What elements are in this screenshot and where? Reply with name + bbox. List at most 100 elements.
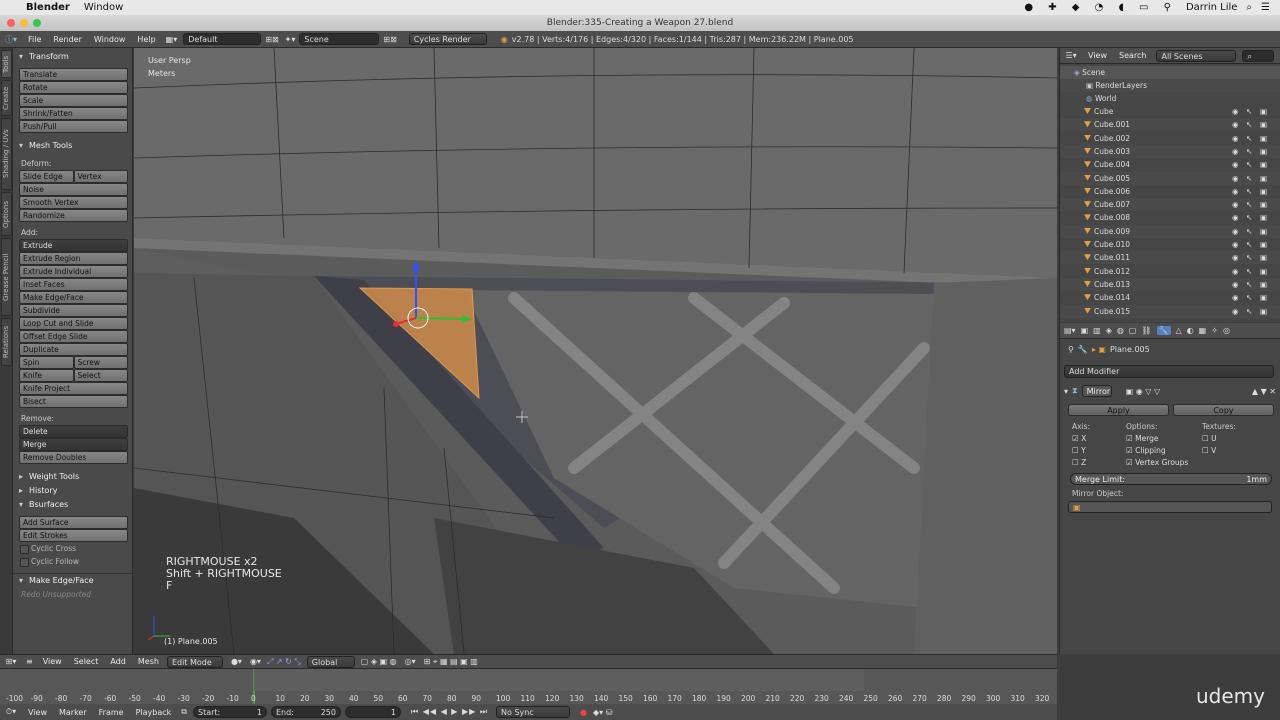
texture-v-checkbox[interactable]: ☐ V (1202, 446, 1272, 455)
remove-doubles-button[interactable]: Remove Doubles (19, 451, 128, 464)
offset-edge-slide-button[interactable]: Offset Edge Slide (19, 330, 128, 343)
outliner-object-row[interactable]: Cube ◉ ↖ ▣ (1060, 105, 1280, 118)
menu-select[interactable]: Select (68, 657, 105, 666)
outliner-view-menu[interactable]: View (1082, 51, 1113, 60)
duplicate-button[interactable]: Duplicate (19, 343, 128, 356)
render-visibility-icon[interactable]: ▣ (1260, 172, 1267, 185)
render-visibility-icon[interactable]: ▣ (1260, 105, 1267, 118)
merge-dropdown[interactable]: Merge (19, 438, 128, 451)
outliner-object-row[interactable]: Cube.005 ◉ ↖ ▣ (1060, 171, 1280, 185)
bisect-button[interactable]: Bisect (19, 395, 128, 408)
modifiers-tab-icon[interactable]: 🔧 (1156, 326, 1171, 335)
manipulator-icons[interactable]: ⤢ ↗ ↻ ⤡ (267, 657, 301, 667)
vertex-groups-checkbox[interactable]: ☑ Vertex Groups (1126, 458, 1202, 467)
render-visibility-icon[interactable]: ▣ (1260, 198, 1267, 211)
layout-icon[interactable]: ▦▾ (166, 35, 178, 44)
visibility-icon[interactable]: ◉ (1232, 185, 1239, 198)
selectable-icon[interactable]: ↖ (1246, 105, 1252, 118)
object-tab-icon[interactable]: ▢ (1129, 326, 1137, 335)
scene-tab-icon[interactable]: ◈ (1106, 326, 1112, 335)
visibility-icon[interactable]: ◉ (1232, 251, 1239, 264)
outliner-object-row[interactable]: Cube.010 ◉ ↖ ▣ (1060, 238, 1280, 251)
tab-create[interactable]: Create (1, 80, 12, 116)
transform-panel-header[interactable]: Transform (17, 50, 128, 64)
mirror-object-field[interactable]: ▣ (1068, 501, 1272, 513)
select-mode-icons[interactable]: ▢ ◈ ▣ ◍ (361, 657, 397, 666)
layout-field[interactable]: Default (183, 33, 262, 45)
timeline-editor-icon[interactable]: ⏱▾ (0, 707, 22, 717)
keying-icons[interactable]: ◆▾ ⛁ (593, 708, 612, 717)
merge-checkbox[interactable]: ☑ Merge (1126, 434, 1202, 443)
visibility-icon[interactable]: ◉ (1232, 172, 1239, 185)
visibility-icon[interactable]: ◉ (1232, 238, 1239, 251)
render-engine-select[interactable]: Cycles Render (408, 33, 487, 45)
selectable-icon[interactable]: ↖ (1246, 291, 1252, 304)
weight-tools-panel-header[interactable]: Weight Tools (17, 470, 128, 484)
scene-field[interactable]: Scene (299, 33, 380, 45)
render-visibility-icon[interactable]: ▣ (1260, 251, 1267, 264)
push-pull-button[interactable]: Push/Pull (19, 120, 128, 133)
record-icon[interactable]: ● (580, 708, 587, 717)
add-surface-button[interactable]: Add Surface (19, 516, 128, 529)
render-visibility-icon[interactable]: ▣ (1260, 145, 1267, 158)
selectable-icon[interactable]: ↖ (1246, 118, 1252, 131)
render-visibility-icon[interactable]: ▣ (1260, 225, 1267, 238)
outliner-object-row[interactable]: Cube.012 ◉ ↖ ▣ (1060, 264, 1280, 278)
menu-mesh[interactable]: Mesh (132, 657, 165, 666)
randomize-button[interactable]: Randomize (19, 209, 128, 222)
visibility-icon[interactable]: ◉ (1232, 265, 1239, 278)
visibility-icon[interactable]: ◉ (1232, 278, 1239, 291)
tab-relations[interactable]: Relations (1, 318, 12, 366)
physics-tab-icon[interactable]: ◎ (1223, 326, 1230, 335)
sync-select[interactable]: No Sync (496, 706, 571, 718)
menu-marker[interactable]: Marker (53, 708, 93, 717)
visibility-icon[interactable]: ◉ (1232, 105, 1239, 118)
selectable-icon[interactable]: ↖ (1246, 132, 1252, 145)
outliner-search-input[interactable]: ⌕ (1242, 49, 1275, 62)
outliner-object-row[interactable]: Cube.006 ◉ ↖ ▣ (1060, 184, 1280, 198)
translate-button[interactable]: Translate (19, 68, 128, 81)
render-visibility-icon[interactable]: ▣ (1260, 278, 1267, 291)
noise-button[interactable]: Noise (19, 183, 128, 196)
add-modifier-dropdown[interactable]: Add Modifier (1064, 365, 1274, 378)
selectable-icon[interactable]: ↖ (1246, 185, 1252, 198)
outliner-object-row[interactable]: Cube.008 ◉ ↖ ▣ (1060, 211, 1280, 225)
constraints-tab-icon[interactable]: ⛓ (1141, 326, 1151, 335)
extrude-region-button[interactable]: Extrude Region (19, 252, 128, 265)
selectable-icon[interactable]: ↖ (1246, 251, 1252, 264)
tab-options[interactable]: Options (1, 192, 12, 236)
selectable-icon[interactable]: ↖ (1246, 172, 1252, 185)
outliner-object-row[interactable]: Cube.004 ◉ ↖ ▣ (1060, 158, 1280, 172)
selectable-icon[interactable]: ↖ (1246, 145, 1252, 158)
menu-file[interactable]: File (22, 35, 47, 44)
extrude-individual-button[interactable]: Extrude Individual (19, 265, 128, 278)
outliner-object-row[interactable]: Cube.002 ◉ ↖ ▣ (1060, 131, 1280, 145)
menu-help[interactable]: Help (131, 35, 161, 44)
visibility-icon[interactable]: ◉ (1232, 198, 1239, 211)
pivot-icon[interactable]: ◉▾ (250, 657, 261, 666)
inset-faces-button[interactable]: Inset Faces (19, 278, 128, 291)
end-frame-field[interactable]: End: 250 (271, 706, 341, 718)
selectable-icon[interactable]: ↖ (1246, 305, 1252, 318)
tab-shading-uvs[interactable]: Shading / UVs (1, 118, 12, 190)
menu-view[interactable]: View (22, 708, 53, 717)
texture-u-checkbox[interactable]: ☐ U (1202, 434, 1272, 443)
outliner-scope-select[interactable]: All Scenes (1156, 49, 1237, 62)
vertex-slide-button[interactable]: Vertex (73, 170, 128, 183)
menu-playback[interactable]: Playback (130, 708, 178, 717)
selectable-icon[interactable]: ↖ (1246, 278, 1252, 291)
selectable-icon[interactable]: ↖ (1246, 198, 1252, 211)
layers-tab-icon[interactable]: ▥ (1093, 326, 1101, 335)
spotlight-icon[interactable]: ⌕ (1246, 2, 1252, 13)
toggle-icon[interactable]: ≡ (26, 657, 33, 666)
window-menu[interactable]: Window (84, 2, 123, 13)
shrink-fatten-button[interactable]: Shrink/Fatten (19, 107, 128, 120)
axis-y-checkbox[interactable]: ☐ Y (1072, 446, 1126, 455)
playback-controls[interactable]: ⏮ ◀◀ ◀ ▶ ▶▶ ⏭ (411, 707, 488, 717)
properties-editor-icon[interactable]: ▤▾ (1064, 326, 1076, 335)
bsurfaces-panel-header[interactable]: Bsurfaces (17, 498, 128, 512)
selectable-icon[interactable]: ↖ (1246, 225, 1252, 238)
rotate-button[interactable]: Rotate (19, 81, 128, 94)
visibility-icon[interactable]: ◉ (1232, 211, 1239, 224)
render-visibility-icon[interactable]: ▣ (1260, 118, 1267, 131)
